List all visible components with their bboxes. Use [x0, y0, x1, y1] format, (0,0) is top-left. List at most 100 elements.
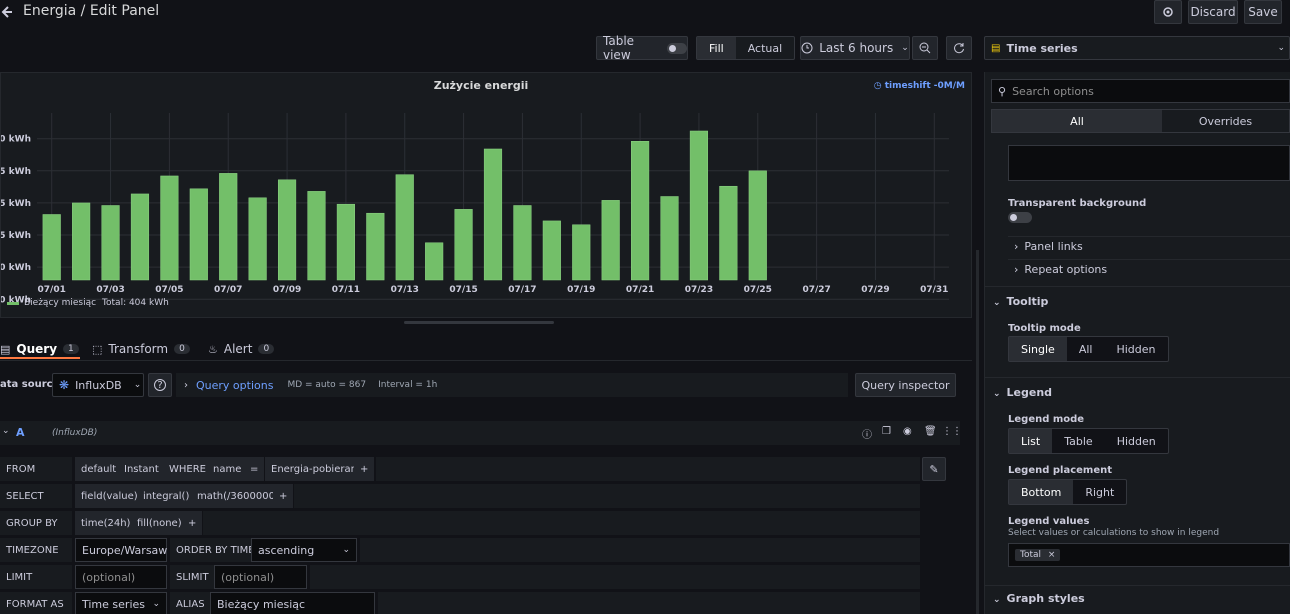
refresh-button[interactable]	[946, 36, 972, 60]
legend-mode-label: Legend mode	[1008, 414, 1085, 425]
format-keyword: FORMAT AS	[0, 592, 72, 614]
legend-mode-table[interactable]: Table	[1052, 429, 1104, 453]
settings-button[interactable]	[1154, 0, 1182, 24]
limit-input[interactable]: (optional)	[75, 565, 167, 589]
eye-icon[interactable]: ◉	[903, 426, 912, 437]
chevron-right-icon: ›	[1014, 263, 1019, 276]
close-icon[interactable]: ×	[1048, 550, 1056, 560]
drag-handle-icon[interactable]: ⋮⋮	[942, 426, 962, 437]
bar	[130, 193, 150, 281]
legend-values-select[interactable]: Total ×	[1008, 543, 1290, 567]
groupby-time[interactable]: time(24h)	[75, 511, 137, 535]
limit-row-bg	[310, 565, 920, 589]
legend-placement-right[interactable]: Right	[1073, 480, 1126, 504]
tooltip-mode-all[interactable]: All	[1067, 337, 1105, 361]
refresh-icon	[954, 43, 964, 54]
graph-styles-section-header[interactable]: ⌄ Graph styles	[993, 592, 1085, 605]
copy-icon[interactable]: ❐	[882, 426, 891, 437]
fill-actual-switch[interactable]: Fill Actual	[696, 36, 796, 60]
y-tick-label: 17.5 kWh	[1, 167, 31, 177]
from-instant[interactable]: Instant	[118, 457, 165, 481]
collapse-icon[interactable]: ⌄	[2, 426, 10, 436]
toggle-switch[interactable]	[666, 42, 687, 54]
tab-all[interactable]: All	[992, 110, 1162, 132]
page-title: Energia / Edit Panel	[23, 3, 160, 19]
x-tick-label: 07/21	[626, 285, 654, 295]
actual-option[interactable]: Actual	[736, 37, 794, 59]
timezone-input[interactable]: Europe/Warsaw	[75, 538, 167, 562]
order-value: ascending	[258, 543, 315, 557]
select-integral[interactable]: integral()	[137, 484, 196, 508]
discard-button[interactable]: Discard	[1188, 0, 1238, 24]
search-options-input[interactable]: ⚲ Search options	[991, 79, 1290, 103]
datasource-help-button[interactable]: ?	[148, 373, 172, 397]
legend-title: Legend	[1006, 386, 1053, 399]
legend-values-label: Legend values	[1008, 516, 1090, 527]
legend-section-header[interactable]: ⌄ Legend	[993, 386, 1052, 399]
groupby-add-button[interactable]: +	[182, 511, 203, 535]
chart-legend[interactable]: Bieżący miesiąc Total: 404 kWh	[7, 298, 169, 308]
edit-query-button[interactable]: ✎	[922, 457, 946, 481]
legend-placement-bottom[interactable]: Bottom	[1009, 480, 1074, 504]
select-field[interactable]: field(value)	[75, 484, 144, 508]
where-add-button[interactable]: +	[354, 457, 375, 481]
query-source: (InfluxDB)	[52, 428, 98, 438]
bar	[101, 205, 120, 281]
legend-placement-label: Legend placement	[1008, 465, 1112, 476]
chevron-down-icon: ⌄	[152, 599, 160, 609]
order-select[interactable]: ascending ⌄	[251, 538, 357, 562]
scrollbar[interactable]	[976, 250, 979, 614]
bar	[689, 130, 709, 281]
legend-mode-list[interactable]: List	[1009, 429, 1053, 453]
panel-links-section[interactable]: › Panel links	[1014, 240, 1083, 253]
where-key[interactable]: name	[207, 457, 248, 481]
y-tick-label: 12.5 kWh	[1, 231, 31, 241]
groupby-keyword: GROUP BY	[0, 511, 72, 535]
trash-icon[interactable]: 🗑	[924, 426, 937, 437]
tooltip-section-header[interactable]: ⌄ Tooltip	[993, 295, 1048, 308]
resize-handle[interactable]	[404, 321, 554, 324]
save-button[interactable]: Save	[1244, 0, 1282, 24]
panel-links-label: Panel links	[1024, 240, 1083, 253]
where-operator[interactable]: =	[244, 457, 265, 481]
tooltip-mode-hidden[interactable]: Hidden	[1104, 337, 1167, 361]
table-view-toggle[interactable]: Table view	[596, 34, 688, 62]
select-add-button[interactable]: +	[273, 484, 294, 508]
time-range-picker[interactable]: Last 6 hours ⌄	[800, 36, 910, 60]
description-textarea[interactable]	[1008, 145, 1290, 181]
query-inspector-button[interactable]: Query inspector	[855, 373, 956, 397]
graph-styles-title: Graph styles	[1006, 592, 1085, 605]
options-divider	[984, 286, 1290, 287]
transparent-toggle[interactable]	[1008, 212, 1032, 223]
tab-overrides[interactable]: Overrides	[1162, 110, 1289, 132]
query-ref[interactable]: A	[16, 426, 25, 439]
from-policy[interactable]: default	[75, 457, 123, 481]
bar	[366, 212, 385, 281]
bar	[219, 173, 238, 281]
query-options-bar[interactable]: › Query options MD = auto = 867 Interval…	[176, 373, 848, 397]
tab-alert[interactable]: ♨ Alert 0	[208, 338, 275, 360]
datasource-picker[interactable]: ❋ InfluxDB ⌄	[52, 373, 144, 397]
groupby-fill[interactable]: fill(none)	[131, 511, 188, 535]
legend-mode-hidden[interactable]: Hidden	[1105, 429, 1168, 453]
tooltip-mode-group: Single All Hidden	[1008, 336, 1169, 362]
alias-input[interactable]: Bieżący miesiąc	[210, 592, 375, 614]
x-tick-label: 07/29	[861, 285, 889, 295]
slimit-keyword: SLIMIT	[170, 565, 215, 589]
tab-transform-label: Transform	[108, 342, 169, 356]
format-select[interactable]: Time series ⌄	[75, 592, 167, 614]
visualization-picker[interactable]: ▤ Time series ⌄	[984, 36, 1290, 60]
database-icon: ▤	[0, 342, 11, 356]
help-icon[interactable]: ⓘ	[862, 426, 872, 441]
options-divider	[984, 585, 1290, 586]
slimit-input[interactable]: (optional)	[214, 565, 307, 589]
tab-transform[interactable]: ⬚ Transform 0	[92, 338, 190, 360]
fill-option[interactable]: Fill	[697, 37, 736, 59]
tooltip-mode-single[interactable]: Single	[1009, 337, 1067, 361]
back-icon[interactable]	[0, 4, 12, 20]
select-math[interactable]: math(/3600000)	[191, 484, 285, 508]
zoom-out-button[interactable]	[912, 36, 938, 60]
select-row-bg	[294, 484, 920, 508]
bar	[719, 185, 738, 281]
repeat-options-section[interactable]: › Repeat options	[1014, 263, 1107, 276]
